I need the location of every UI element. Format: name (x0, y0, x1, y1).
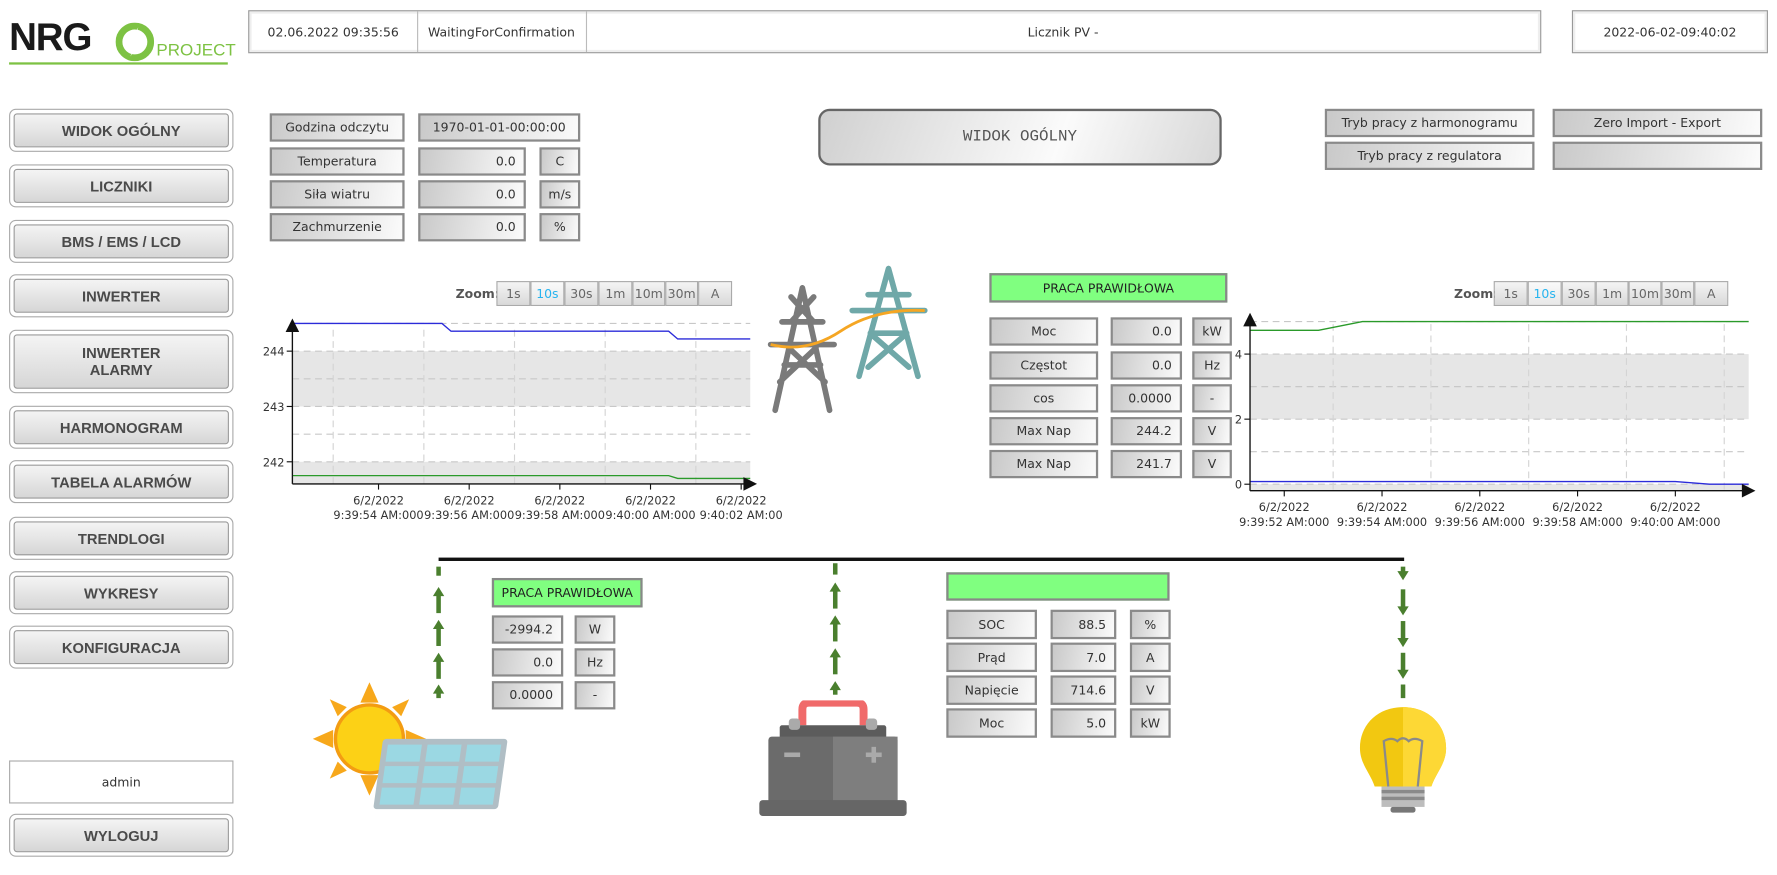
arrow-head (829, 582, 841, 592)
arrow-head (432, 619, 445, 629)
battery-label: Prąd (946, 642, 1037, 673)
arrow-head (1397, 669, 1409, 679)
arrow-down-icon (1397, 621, 1409, 648)
arrow-up-icon (829, 582, 841, 609)
arrow-shaft (436, 594, 441, 614)
arrow-shaft (1400, 652, 1406, 671)
battery-status (946, 572, 1170, 601)
arrow-shaft (1400, 621, 1406, 640)
battery-unit: kW (1129, 708, 1171, 738)
battery-unit: % (1129, 609, 1171, 640)
pv-unit: Hz (574, 648, 616, 677)
battery-value: 88.5 (1050, 609, 1117, 640)
battery-unit: V (1129, 675, 1171, 705)
scada-screen: NRG PROJECT 02.06.2022 09:35:56 WaitingF… (0, 0, 1777, 875)
arrow-head (829, 648, 841, 658)
pv-unit: - (574, 681, 616, 710)
arrow-head (829, 615, 841, 625)
flow-dash (1400, 684, 1406, 699)
arrow-shaft (832, 623, 838, 642)
arrow-head (1397, 606, 1409, 616)
arrow-shaft (436, 627, 441, 646)
arrow-head (432, 652, 445, 662)
battery-label: Napięcie (946, 675, 1037, 705)
arrow-up-icon (432, 587, 445, 614)
flow-dash (436, 566, 441, 576)
arrow-up-icon (829, 615, 841, 642)
arrow-shaft (832, 656, 838, 675)
arrow-shaft (436, 660, 441, 679)
arrow-up-icon (829, 648, 841, 675)
arrow-head (432, 587, 445, 597)
pv-value: 0.0 (491, 648, 564, 677)
battery-value: 5.0 (1050, 708, 1117, 738)
arrow-down-icon (1397, 566, 1409, 581)
battery-value: 714.6 (1050, 675, 1117, 705)
arrow-up-icon (829, 681, 841, 695)
arrow-up-icon (432, 652, 445, 679)
arrow-head (829, 681, 841, 691)
load-lightbulb-icon (1359, 707, 1447, 813)
battery-label: SOC (946, 609, 1037, 640)
arrow-shaft (1400, 589, 1406, 608)
battery-value: 7.0 (1050, 642, 1117, 673)
battery-unit: A (1129, 642, 1171, 673)
arrow-head (1397, 571, 1409, 581)
battery-icon (759, 700, 907, 816)
pv-unit: W (574, 615, 616, 644)
arrow-down-icon (1397, 589, 1409, 616)
arrow-down-icon (1397, 652, 1409, 679)
arrow-head (1397, 638, 1409, 648)
arrow-up-icon (432, 619, 445, 646)
pv-status: PRACA PRAWIDŁOWA (491, 577, 643, 608)
arrow-shaft (832, 590, 838, 609)
pv-value: -2994.2 (491, 615, 564, 644)
battery-label: Moc (946, 708, 1037, 738)
flow-dash (832, 563, 838, 575)
solar-panel-icon (312, 682, 508, 810)
